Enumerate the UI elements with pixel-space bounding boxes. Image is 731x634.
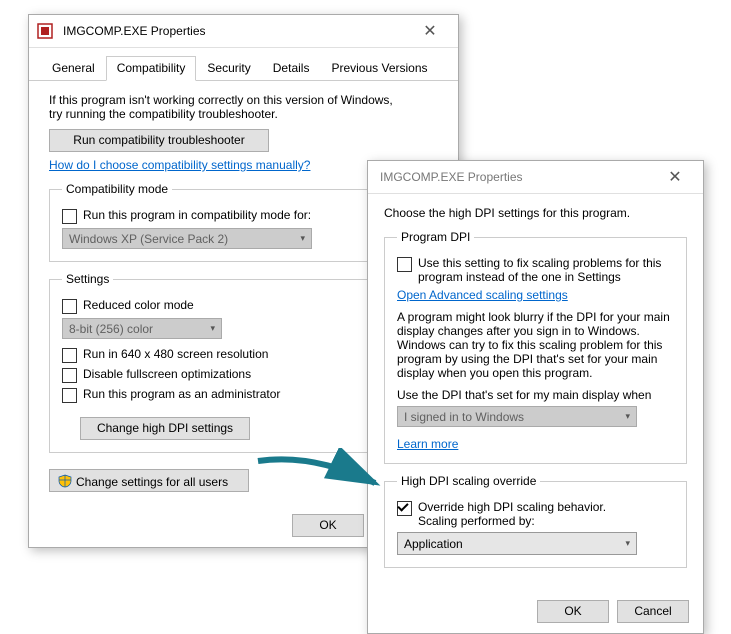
blurry-text: A program might look blurry if the DPI f… xyxy=(397,310,674,380)
tab-details[interactable]: Details xyxy=(262,56,321,81)
manual-settings-link[interactable]: How do I choose compatibility settings m… xyxy=(49,158,310,172)
run-admin-label: Run this program as an administrator xyxy=(83,387,280,401)
shield-icon xyxy=(58,474,72,488)
tab-strip: General Compatibility Security Details P… xyxy=(29,48,458,81)
compat-mode-legend: Compatibility mode xyxy=(62,182,172,196)
override-checkbox[interactable] xyxy=(397,501,412,516)
signin-select-value: I signed in to Windows xyxy=(404,410,524,424)
chevron-down-icon: ▾ xyxy=(300,233,305,244)
choose-text: Choose the high DPI settings for this pr… xyxy=(384,206,687,220)
signin-select: I signed in to Windows ▾ xyxy=(397,406,637,427)
change-all-users-button[interactable]: Change settings for all users xyxy=(49,469,249,492)
run-640-checkbox[interactable] xyxy=(62,348,77,363)
chevron-down-icon: ▾ xyxy=(210,323,215,334)
app-icon xyxy=(37,23,53,39)
change-all-users-label: Change settings for all users xyxy=(76,475,228,489)
program-dpi-group: Program DPI Use this setting to fix scal… xyxy=(384,230,687,464)
dpi-content: Choose the high DPI settings for this pr… xyxy=(368,194,703,590)
reduced-color-checkbox[interactable] xyxy=(62,299,77,314)
settings-legend: Settings xyxy=(62,272,113,286)
ok-button[interactable]: OK xyxy=(537,600,609,623)
tab-compatibility[interactable]: Compatibility xyxy=(106,56,197,81)
ok-button[interactable]: OK xyxy=(292,514,364,537)
titlebar: IMGCOMP.EXE Properties ✕ xyxy=(29,15,458,48)
disable-fullscreen-checkbox[interactable] xyxy=(62,368,77,383)
cancel-button[interactable]: Cancel xyxy=(617,600,689,623)
close-icon[interactable]: ✕ xyxy=(410,21,450,41)
run-troubleshooter-button[interactable]: Run compatibility troubleshooter xyxy=(49,129,269,152)
intro-text: If this program isn't working correctly … xyxy=(49,93,409,121)
color-select: 8-bit (256) color ▾ xyxy=(62,318,222,339)
override-group: High DPI scaling override Override high … xyxy=(384,474,687,568)
program-dpi-legend: Program DPI xyxy=(397,230,474,244)
compat-mode-select-value: Windows XP (Service Pack 2) xyxy=(69,232,228,246)
use-setting-checkbox[interactable] xyxy=(397,257,412,272)
color-select-value: 8-bit (256) color xyxy=(69,322,153,336)
scaling-select-value: Application xyxy=(404,537,463,551)
compat-mode-select: Windows XP (Service Pack 2) ▾ xyxy=(62,228,312,249)
window-title: IMGCOMP.EXE Properties xyxy=(59,24,410,38)
chevron-down-icon: ▾ xyxy=(625,538,630,549)
learn-more-link[interactable]: Learn more xyxy=(397,437,458,451)
tab-previous-versions[interactable]: Previous Versions xyxy=(320,56,438,81)
reduced-color-label: Reduced color mode xyxy=(83,298,194,312)
run-640-label: Run in 640 x 480 screen resolution xyxy=(83,347,268,361)
close-icon[interactable]: ✕ xyxy=(655,167,695,187)
use-setting-label: Use this setting to fix scaling problems… xyxy=(418,256,674,284)
window-title: IMGCOMP.EXE Properties xyxy=(376,170,655,184)
disable-fullscreen-label: Disable fullscreen optimizations xyxy=(83,367,251,381)
dpi-settings-window: IMGCOMP.EXE Properties ✕ Choose the high… xyxy=(367,160,704,634)
compat-mode-checkbox[interactable] xyxy=(62,209,77,224)
scaling-select[interactable]: Application ▾ xyxy=(397,532,637,555)
tab-general[interactable]: General xyxy=(41,56,106,81)
override-legend: High DPI scaling override xyxy=(397,474,540,488)
override-label-2: Scaling performed by: xyxy=(418,514,606,528)
open-advanced-link[interactable]: Open Advanced scaling settings xyxy=(397,288,568,302)
compat-mode-label: Run this program in compatibility mode f… xyxy=(83,208,311,222)
use-dpi-text: Use the DPI that's set for my main displ… xyxy=(397,388,674,402)
chevron-down-icon: ▾ xyxy=(625,411,630,422)
titlebar: IMGCOMP.EXE Properties ✕ xyxy=(368,161,703,194)
tab-security[interactable]: Security xyxy=(196,56,261,81)
run-admin-checkbox[interactable] xyxy=(62,388,77,403)
change-high-dpi-button[interactable]: Change high DPI settings xyxy=(80,417,250,440)
override-label-1: Override high DPI scaling behavior. xyxy=(418,500,606,514)
